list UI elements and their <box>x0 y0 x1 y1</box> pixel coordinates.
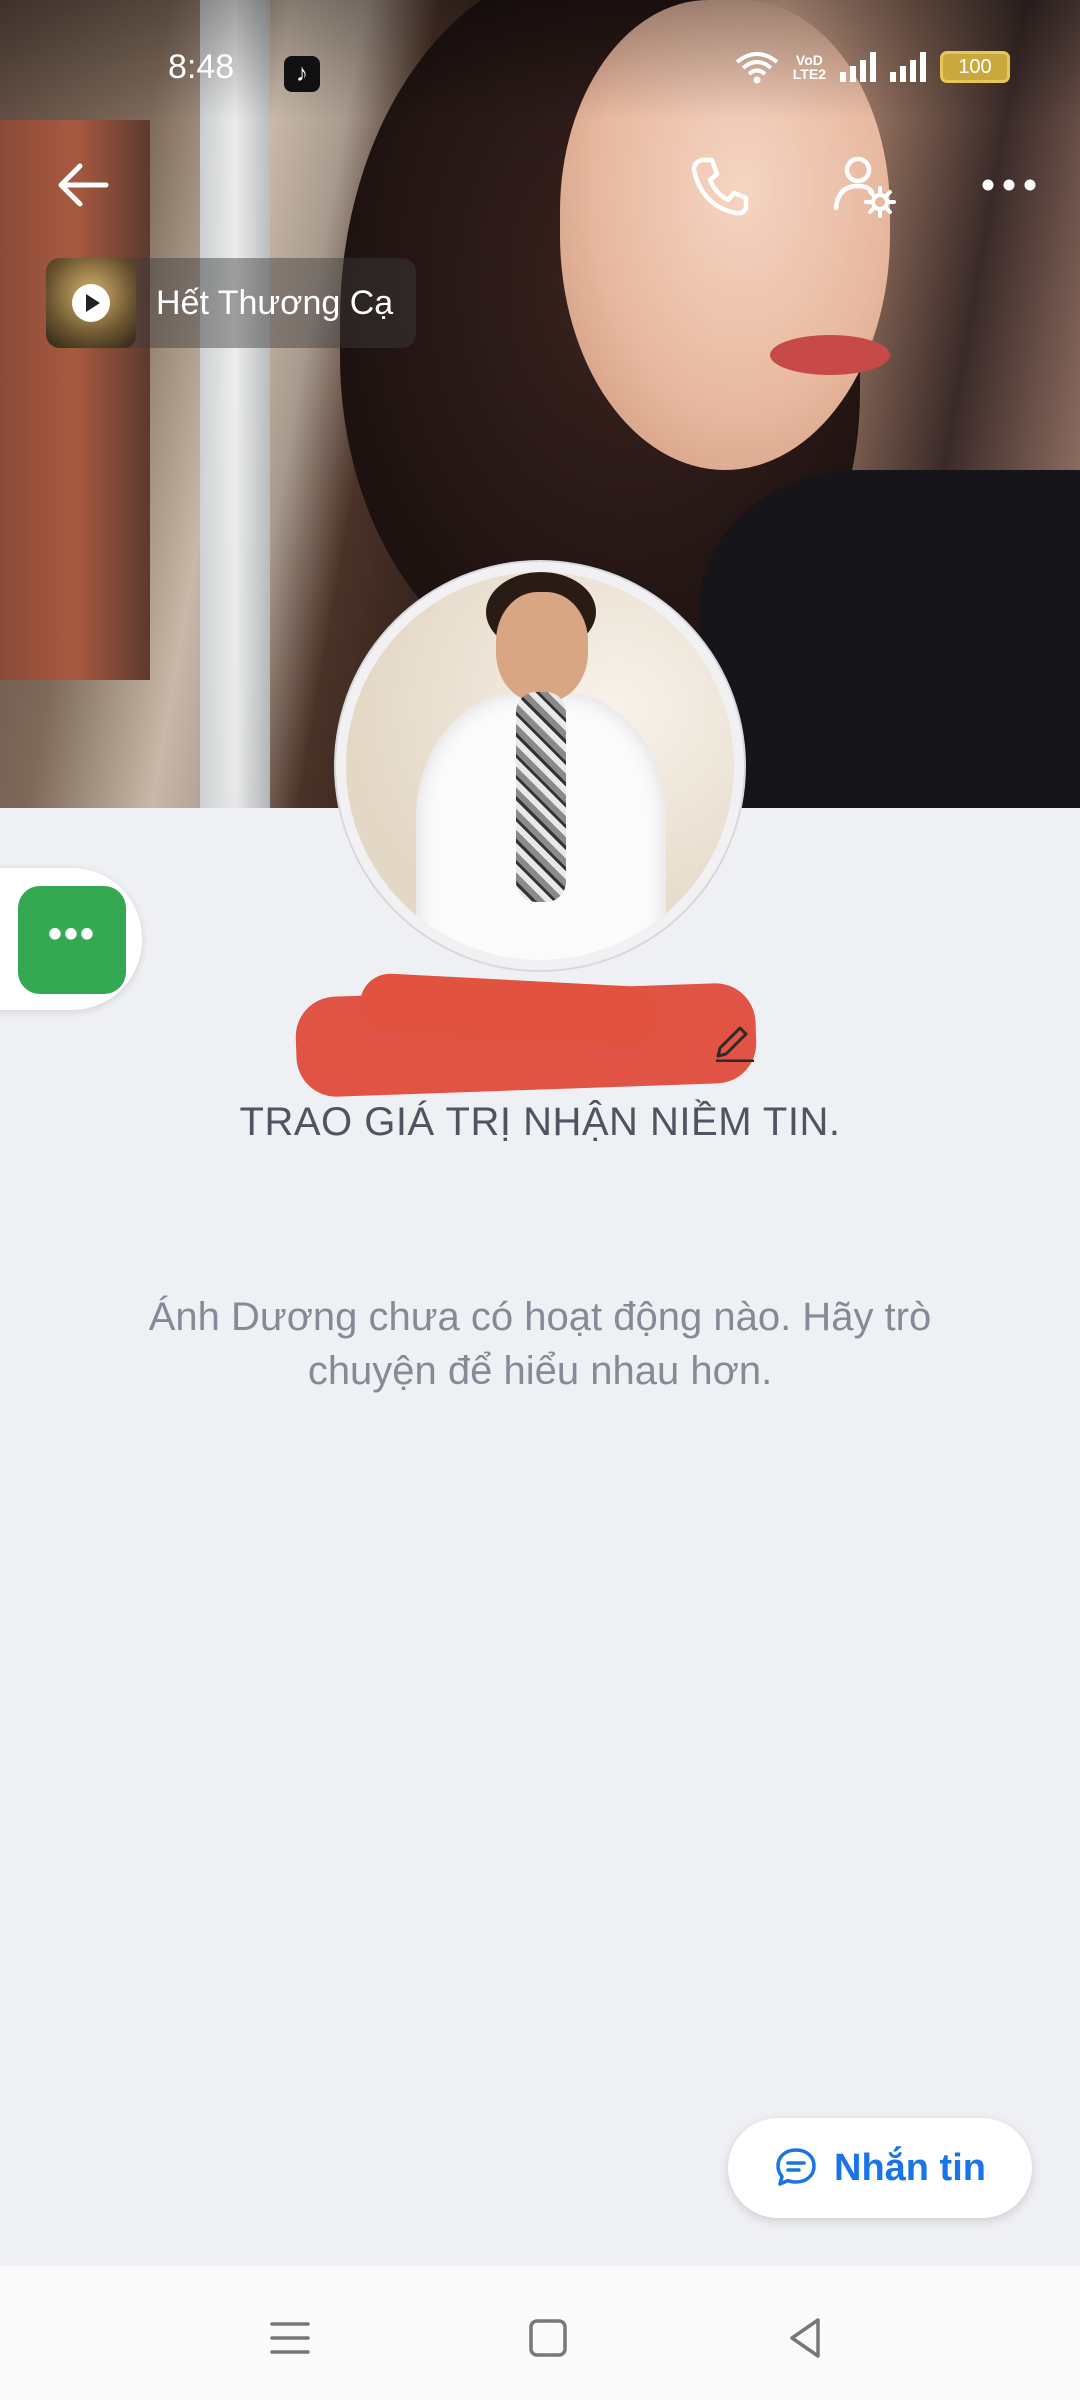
avatar-scarf <box>516 692 566 902</box>
avatar-ring[interactable] <box>336 562 744 970</box>
status-bar: 8:48 ♪ VoD LTE2 100 <box>0 0 1080 110</box>
signal-1-icon <box>840 52 876 82</box>
status-time: 8:48 <box>168 48 235 86</box>
avatar-face <box>496 592 588 702</box>
edit-pencil-icon[interactable] <box>712 1018 756 1062</box>
quick-menu-container: ••• <box>0 868 142 1010</box>
network-label-bottom: LTE2 <box>792 66 826 82</box>
user-gear-icon[interactable] <box>830 150 900 220</box>
cover-shirt <box>700 470 1080 808</box>
send-message-label: Nhắn tin <box>834 2146 986 2189</box>
cover-lips <box>770 335 890 375</box>
music-cover-thumbnail[interactable] <box>46 258 136 348</box>
system-nav-bar <box>0 2266 1080 2400</box>
play-icon[interactable] <box>72 284 110 322</box>
battery-icon: 100 <box>940 51 1010 83</box>
phone-icon[interactable] <box>684 150 754 220</box>
signal-2-icon <box>890 52 926 82</box>
more-horizontal-icon[interactable] <box>974 150 1044 220</box>
avatar[interactable] <box>346 572 734 960</box>
cover-pole <box>200 0 270 808</box>
chat-icon <box>776 2148 816 2186</box>
empty-activity-message: Ánh Dương chưa có hoạt động nào. Hãy trò… <box>148 1295 932 1393</box>
wifi-icon <box>735 52 779 84</box>
tiktok-notification-icon: ♪ <box>284 56 320 92</box>
profile-music-chip[interactable]: Hết Thương Cạ <box>46 258 416 348</box>
music-title: Hết Thương Cạ <box>156 283 394 322</box>
network-label-top: VoD <box>795 52 823 68</box>
profile-bio: TRAO GIÁ TRỊ NHẬN NIỀM TIN. <box>239 1100 841 1144</box>
back-triangle-icon[interactable] <box>776 2308 836 2368</box>
status-icons: VoD LTE2 100 <box>735 50 1010 84</box>
home-icon[interactable] <box>518 2308 578 2368</box>
send-message-button[interactable]: Nhắn tin <box>728 2118 1032 2218</box>
profile-name-row <box>0 972 1080 1100</box>
arrow-left-icon[interactable] <box>48 150 118 220</box>
quick-menu-button[interactable]: ••• <box>18 886 126 994</box>
network-type-label: VoD LTE2 <box>793 53 826 81</box>
recent-apps-icon[interactable] <box>260 2308 320 2368</box>
